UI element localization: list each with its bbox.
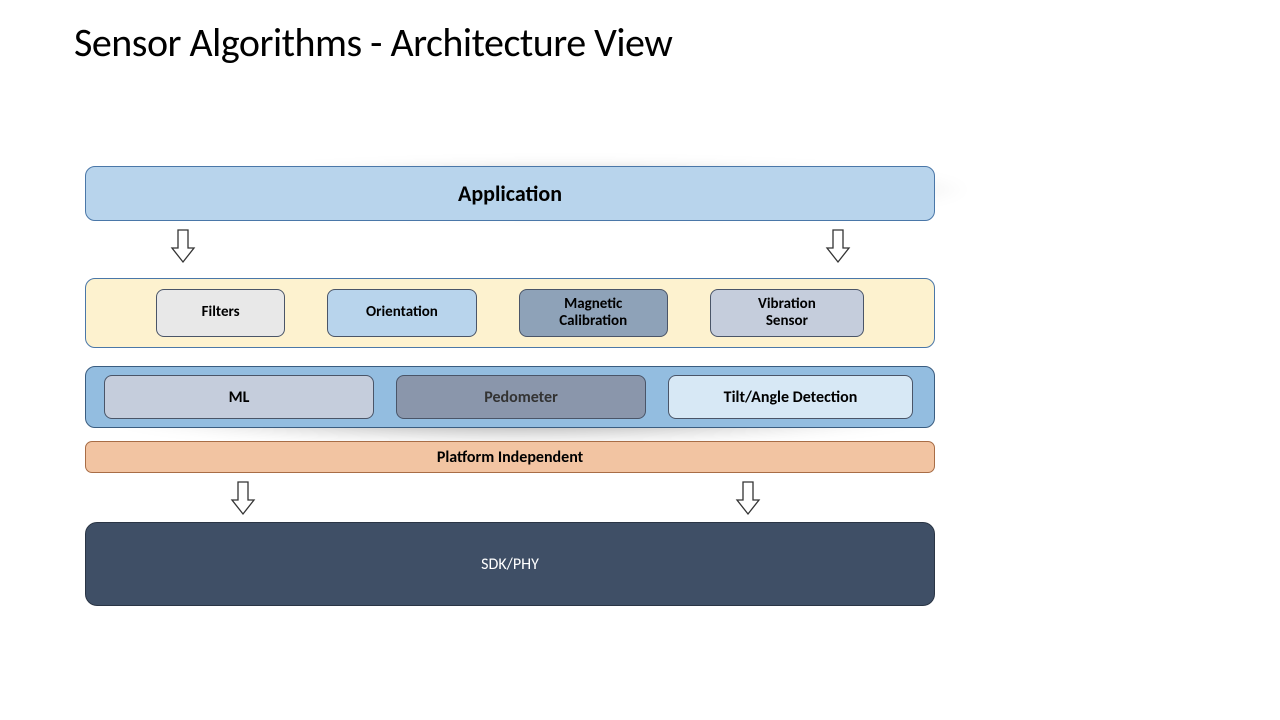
page-title: Sensor Algorithms - Architecture View: [74, 18, 672, 67]
pedometer-block: Pedometer: [396, 375, 646, 419]
tilt-angle-block: Tilt/Angle Detection: [668, 375, 913, 419]
algorithms-row-2: ML Pedometer Tilt/Angle Detection: [85, 366, 935, 428]
sdk-phy-layer: SDK/PHY: [85, 522, 935, 606]
application-layer: Application: [85, 166, 935, 221]
platform-independent-layer: Platform Independent: [85, 441, 935, 473]
vibration-sensor-block: Vibration Sensor: [710, 289, 864, 337]
orientation-block: Orientation: [327, 289, 476, 337]
arrow-down-icon: [825, 228, 851, 264]
arrow-down-icon: [170, 228, 196, 264]
filters-block: Filters: [156, 289, 285, 337]
arrow-down-icon: [735, 480, 761, 516]
arrow-down-icon: [230, 480, 256, 516]
algorithms-row-1: Filters Orientation Magnetic Calibration…: [85, 278, 935, 348]
ml-block: ML: [104, 375, 374, 419]
magnetic-calibration-block: Magnetic Calibration: [519, 289, 668, 337]
